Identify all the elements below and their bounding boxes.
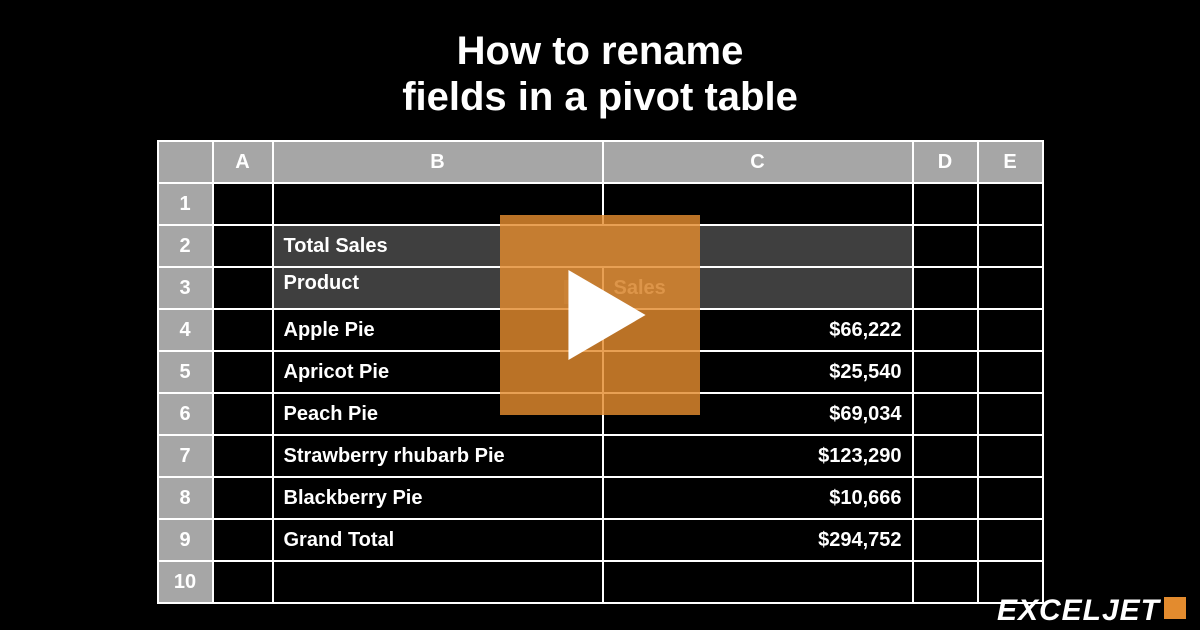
cell-D10[interactable] bbox=[913, 561, 978, 603]
cell-B9[interactable]: Grand Total bbox=[273, 519, 603, 561]
row-header-3[interactable]: 3 bbox=[158, 267, 213, 309]
cell-E3[interactable] bbox=[978, 267, 1043, 309]
cell-B8[interactable]: Blackberry Pie bbox=[273, 477, 603, 519]
logo-accent-icon bbox=[1164, 597, 1186, 619]
title-line-2: fields in a pivot table bbox=[402, 75, 798, 119]
logo-text: EXCELJET bbox=[997, 594, 1160, 627]
cell-D3[interactable] bbox=[913, 267, 978, 309]
cell-E7[interactable] bbox=[978, 435, 1043, 477]
cell-E8[interactable] bbox=[978, 477, 1043, 519]
play-button[interactable] bbox=[500, 215, 700, 415]
cell-C8[interactable]: $10,666 bbox=[603, 477, 913, 519]
cell-D9[interactable] bbox=[913, 519, 978, 561]
logo: EXCELJET bbox=[997, 594, 1186, 628]
row-header-6[interactable]: 6 bbox=[158, 393, 213, 435]
col-header-A[interactable]: A bbox=[213, 141, 273, 183]
cell-E5[interactable] bbox=[978, 351, 1043, 393]
cell-A6[interactable] bbox=[213, 393, 273, 435]
col-header-E[interactable]: E bbox=[978, 141, 1043, 183]
page-title: How to rename fields in a pivot table bbox=[0, 0, 1200, 140]
total-sales-label: Total Sales bbox=[284, 235, 388, 257]
cell-C7[interactable]: $123,290 bbox=[603, 435, 913, 477]
cell-A9[interactable] bbox=[213, 519, 273, 561]
row-header-7[interactable]: 7 bbox=[158, 435, 213, 477]
col-header-B[interactable]: B bbox=[273, 141, 603, 183]
row-header-9[interactable]: 9 bbox=[158, 519, 213, 561]
cell-E2[interactable] bbox=[978, 225, 1043, 267]
cell-C9[interactable]: $294,752 bbox=[603, 519, 913, 561]
cell-A4[interactable] bbox=[213, 309, 273, 351]
row-header-1[interactable]: 1 bbox=[158, 183, 213, 225]
cell-D4[interactable] bbox=[913, 309, 978, 351]
cell-A5[interactable] bbox=[213, 351, 273, 393]
row-header-5[interactable]: 5 bbox=[158, 351, 213, 393]
row-header-8[interactable]: 8 bbox=[158, 477, 213, 519]
cell-A3[interactable] bbox=[213, 267, 273, 309]
row-header-10[interactable]: 10 bbox=[158, 561, 213, 603]
row-header-4[interactable]: 4 bbox=[158, 309, 213, 351]
cell-E6[interactable] bbox=[978, 393, 1043, 435]
col-header-D[interactable]: D bbox=[913, 141, 978, 183]
cell-E4[interactable] bbox=[978, 309, 1043, 351]
row-header-2[interactable]: 2 bbox=[158, 225, 213, 267]
title-line-1: How to rename bbox=[457, 29, 744, 73]
cell-A7[interactable] bbox=[213, 435, 273, 477]
cell-A1[interactable] bbox=[213, 183, 273, 225]
cell-D7[interactable] bbox=[913, 435, 978, 477]
cell-D2[interactable] bbox=[913, 225, 978, 267]
cell-E9[interactable] bbox=[978, 519, 1043, 561]
cell-D8[interactable] bbox=[913, 477, 978, 519]
cell-B10[interactable] bbox=[273, 561, 603, 603]
cell-C10[interactable] bbox=[603, 561, 913, 603]
cell-D6[interactable] bbox=[913, 393, 978, 435]
cell-D1[interactable] bbox=[913, 183, 978, 225]
select-all-corner[interactable] bbox=[158, 141, 213, 183]
cell-A10[interactable] bbox=[213, 561, 273, 603]
cell-B7[interactable]: Strawberry rhubarb Pie bbox=[273, 435, 603, 477]
play-icon bbox=[567, 270, 647, 360]
cell-A2[interactable] bbox=[213, 225, 273, 267]
cell-E1[interactable] bbox=[978, 183, 1043, 225]
col-header-C[interactable]: C bbox=[603, 141, 913, 183]
cell-A8[interactable] bbox=[213, 477, 273, 519]
cell-D5[interactable] bbox=[913, 351, 978, 393]
product-label: Product bbox=[284, 272, 360, 294]
